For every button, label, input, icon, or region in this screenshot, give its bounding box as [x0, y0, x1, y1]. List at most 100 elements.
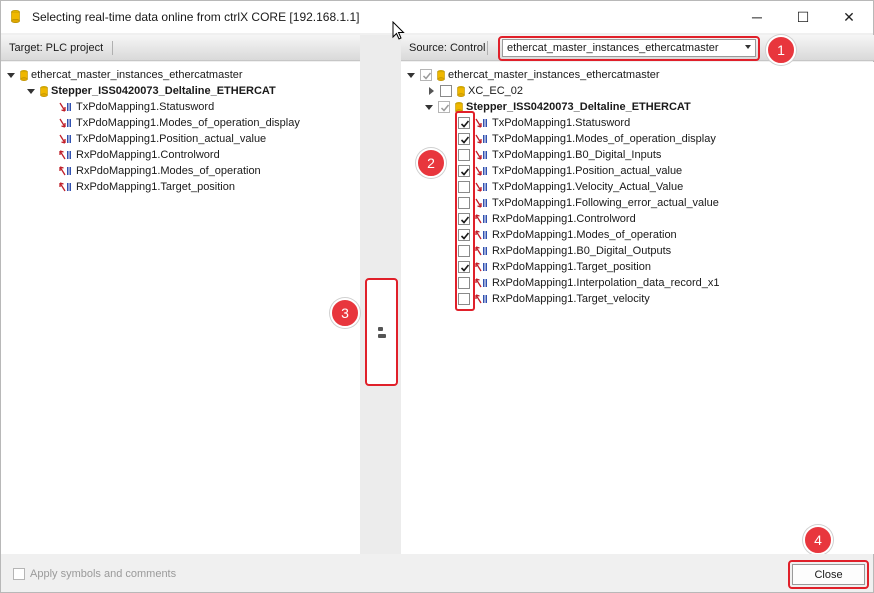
minimize-icon: ─ [752, 9, 762, 25]
tree-leaf[interactable]: RxPdoMapping1.Modes_of_operation [59, 163, 261, 179]
input-signal-icon [475, 134, 487, 144]
input-signal-icon [475, 118, 487, 128]
tree-leaf-label: TxPdoMapping1.Statusword [76, 101, 215, 113]
source-header-label: Source: Control [409, 42, 486, 54]
apply-symbols-checkbox[interactable] [13, 568, 25, 580]
tree-leaf-label: RxPdoMapping1.Target_position [76, 181, 235, 193]
tree-leaf-label: TxPdoMapping1.Velocity_Actual_Value [492, 181, 684, 193]
tree-leaf[interactable]: RxPdoMapping1.Controlword [59, 147, 220, 163]
tree-leaf[interactable]: RxPdoMapping1.B0_Digital_Outputs [458, 243, 671, 259]
close-icon: ✕ [843, 8, 855, 25]
output-signal-icon [475, 214, 487, 224]
output-signal-icon [475, 294, 487, 304]
tree-node-label: Stepper_ISS0420073_Deltaline_ETHERCAT [51, 85, 276, 97]
tree-leaf[interactable]: TxPdoMapping1.Position_actual_value [458, 163, 682, 179]
maximize-icon: ☐ [796, 8, 810, 25]
tree-leaf-label: RxPdoMapping1.Target_velocity [492, 293, 650, 305]
annotation-badge-1: 1 [766, 35, 796, 65]
input-signal-icon [59, 134, 71, 144]
window-title: Selecting real-time data online from ctr… [32, 10, 360, 24]
tree-leaf-label: RxPdoMapping1.Modes_of_operation [76, 165, 261, 177]
tree-leaf[interactable]: RxPdoMapping1.Target_position [458, 259, 651, 275]
output-signal-icon [59, 182, 71, 192]
dialog-window: Selecting real-time data online from ctr… [0, 0, 874, 593]
checkbox[interactable] [438, 101, 450, 113]
cylinder-icon [457, 85, 465, 97]
input-signal-icon [475, 198, 487, 208]
tree-leaf-label: TxPdoMapping1.Following_error_actual_val… [492, 197, 719, 209]
close-window-button[interactable]: ✕ [826, 1, 872, 33]
tree-leaf[interactable]: RxPdoMapping1.Target_velocity [458, 291, 650, 307]
tree-leaf[interactable]: TxPdoMapping1.Following_error_actual_val… [458, 195, 719, 211]
title-bar: Selecting real-time data online from ctr… [1, 1, 873, 33]
tree-leaf[interactable]: TxPdoMapping1.Statusword [458, 115, 630, 131]
tree-leaf[interactable]: TxPdoMapping1.Modes_of_operation_display [458, 131, 716, 147]
target-header: Target: PLC project [1, 35, 360, 61]
input-signal-icon [475, 150, 487, 160]
grip-icon [378, 327, 386, 338]
tree-leaf[interactable]: RxPdoMapping1.Target_position [59, 179, 235, 195]
minimize-button[interactable]: ─ [734, 1, 780, 33]
highlight-close-button [788, 560, 869, 589]
expand-arrow-icon[interactable] [425, 104, 433, 110]
expand-arrow-icon[interactable] [27, 88, 35, 94]
tree-leaf-label: TxPdoMapping1.Modes_of_operation_display [492, 133, 716, 145]
cylinder-icon [40, 85, 48, 97]
tree-leaf-label: TxPdoMapping1.B0_Digital_Inputs [492, 149, 662, 161]
apply-symbols-option[interactable]: Apply symbols and comments [13, 568, 176, 580]
tree-leaf-label: TxPdoMapping1.Modes_of_operation_display [76, 117, 300, 129]
tree-leaf[interactable]: TxPdoMapping1.B0_Digital_Inputs [458, 147, 661, 163]
input-signal-icon [475, 166, 487, 176]
apply-symbols-label: Apply symbols and comments [30, 568, 177, 580]
tree-leaf-label: TxPdoMapping1.Position_actual_value [76, 133, 267, 145]
target-tree-panel: ethercat_master_instances_ethercatmaster… [1, 62, 360, 554]
tree-leaf-label: RxPdoMapping1.Modes_of_operation [492, 229, 677, 241]
annotation-badge-4: 4 [803, 525, 833, 555]
tree-node-label: ethercat_master_instances_ethercatmaster [448, 69, 660, 81]
header-separator [112, 41, 113, 55]
annotation-badge-2: 2 [416, 148, 446, 178]
tree-node-label: XC_EC_02 [468, 85, 524, 97]
tree-leaf-label: RxPdoMapping1.B0_Digital_Outputs [492, 245, 672, 257]
tree-node[interactable]: ethercat_master_instances_ethercatmaster [407, 67, 660, 83]
tree-leaf[interactable]: TxPdoMapping1.Position_actual_value [59, 131, 266, 147]
checkbox[interactable] [440, 85, 452, 97]
checkbox[interactable] [420, 69, 432, 81]
tree-leaf-label: RxPdoMapping1.Controlword [76, 149, 220, 161]
tree-leaf-label: TxPdoMapping1.Statusword [492, 117, 631, 129]
cylinder-icon [437, 69, 445, 81]
expand-arrow-icon[interactable] [7, 72, 15, 78]
tree-leaf[interactable]: TxPdoMapping1.Modes_of_operation_display [59, 115, 300, 131]
maximize-button[interactable]: ☐ [780, 1, 826, 33]
tree-node-label: ethercat_master_instances_ethercatmaster [31, 69, 243, 81]
tree-node[interactable]: ethercat_master_instances_ethercatmaster [7, 67, 243, 83]
highlight-checkbox-column [455, 111, 475, 311]
tree-node-label: Stepper_ISS0420073_Deltaline_ETHERCAT [466, 101, 691, 113]
tree-leaf-label: RxPdoMapping1.Target_position [492, 261, 651, 273]
mouse-cursor-icon [392, 21, 405, 40]
output-signal-icon [59, 166, 71, 176]
output-signal-icon [475, 278, 487, 288]
input-signal-icon [475, 182, 487, 192]
header-separator [487, 41, 488, 55]
annotation-badge-3: 3 [330, 298, 360, 328]
tree-leaf-label: RxPdoMapping1.Interpolation_data_record_… [492, 277, 720, 289]
output-signal-icon [475, 230, 487, 240]
output-signal-icon [59, 150, 71, 160]
tree-node[interactable]: Stepper_ISS0420073_Deltaline_ETHERCAT [27, 83, 276, 99]
output-signal-icon [475, 246, 487, 256]
database-icon [11, 10, 20, 23]
tree-node[interactable]: XC_EC_02 [427, 83, 523, 99]
tree-leaf[interactable]: RxPdoMapping1.Interpolation_data_record_… [458, 275, 720, 291]
tree-leaf[interactable]: RxPdoMapping1.Controlword [458, 211, 636, 227]
highlight-dropdown [498, 36, 760, 61]
expand-arrow-icon[interactable] [429, 87, 434, 95]
input-signal-icon [59, 118, 71, 128]
cylinder-icon [20, 69, 28, 81]
tree-leaf[interactable]: TxPdoMapping1.Velocity_Actual_Value [458, 179, 683, 195]
tree-leaf[interactable]: TxPdoMapping1.Statusword [59, 99, 214, 115]
tree-leaf-label: TxPdoMapping1.Position_actual_value [492, 165, 683, 177]
expand-arrow-icon[interactable] [407, 72, 415, 78]
tree-leaf-label: RxPdoMapping1.Controlword [492, 213, 636, 225]
tree-leaf[interactable]: RxPdoMapping1.Modes_of_operation [458, 227, 677, 243]
